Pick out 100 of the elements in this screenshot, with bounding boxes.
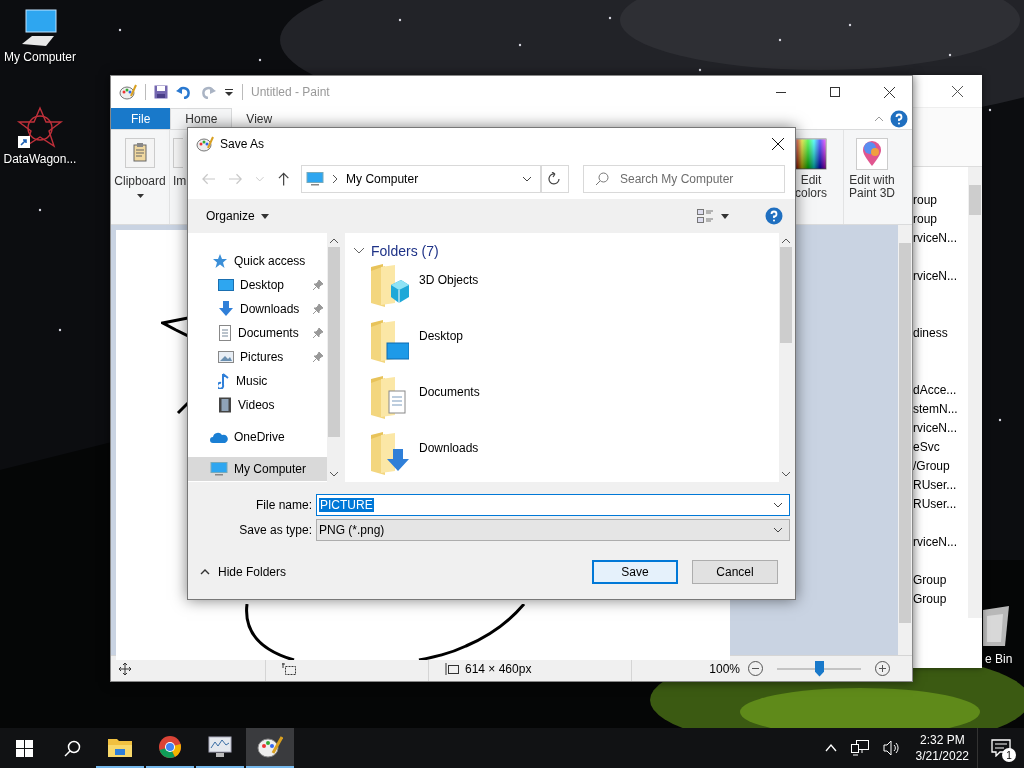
hide-folders-button[interactable]: Hide Folders [188, 565, 287, 579]
network-icon[interactable] [850, 740, 869, 756]
scroll-up-icon[interactable] [782, 238, 790, 243]
scroll-up-icon[interactable] [330, 238, 338, 243]
list-item[interactable]: Group [913, 592, 947, 606]
field-label: Save as type: [238, 522, 313, 537]
list-item[interactable]: Group [913, 573, 947, 587]
star-icon[interactable] [16, 106, 64, 150]
help-icon[interactable] [765, 207, 783, 225]
volume-icon[interactable] [882, 740, 901, 756]
view-icon[interactable] [697, 209, 713, 223]
scroll-down-icon[interactable] [330, 472, 338, 477]
up-icon[interactable] [277, 172, 290, 186]
nav-item[interactable]: OneDrive [188, 425, 327, 449]
clock-date[interactable]: 3/21/2022 [915, 748, 969, 764]
dropdown-icon[interactable] [224, 87, 234, 97]
close-icon[interactable] [883, 86, 895, 98]
refresh-button[interactable] [540, 165, 569, 193]
icon-label[interactable]: DataWagon... [3, 152, 77, 166]
list-item[interactable]: roup [913, 212, 938, 226]
ribbon-tab[interactable]: Home [170, 108, 233, 129]
caret-icon [260, 213, 269, 219]
list-item[interactable]: /Group [913, 459, 950, 473]
icon-label[interactable]: e Bin [983, 652, 1013, 666]
folder-item[interactable]: Documents [353, 375, 779, 431]
ribbon-button[interactable]: Edit with Paint 3D [843, 130, 900, 224]
resize-icon [445, 662, 459, 675]
list-item[interactable]: rviceN... [913, 269, 957, 283]
trash-bin-icon[interactable] [983, 606, 1009, 646]
zoom-in-icon[interactable] [875, 661, 890, 676]
nav-item[interactable]: Music [188, 369, 327, 393]
list-item[interactable]: rviceN... [913, 421, 957, 435]
clipboard-icon[interactable] [125, 138, 155, 168]
search-field[interactable]: Search My Computer [583, 165, 785, 193]
notification-count: 1 [1002, 748, 1016, 762]
caret-icon[interactable] [521, 176, 532, 182]
file-type-dropdown[interactable]: PNG (*.png) [316, 518, 790, 541]
paint-drop-icon [856, 138, 888, 170]
list-item[interactable]: diness [913, 326, 948, 340]
clock-time[interactable]: 2:32 PM [919, 732, 965, 748]
folder-icon [369, 431, 409, 475]
paint-app-button[interactable] [246, 728, 294, 768]
cancel-button[interactable]: Cancel [692, 560, 778, 584]
list-item[interactable]: rviceN... [913, 535, 957, 549]
group-label[interactable]: Clipboard [114, 174, 166, 188]
folder-item[interactable]: Desktop [353, 319, 779, 375]
search-icon[interactable] [63, 739, 81, 757]
group-label[interactable]: Im [173, 174, 187, 188]
save-button[interactable]: Save [592, 560, 678, 584]
scrollbar[interactable] [968, 167, 982, 618]
undo-icon[interactable] [176, 85, 192, 99]
save-icon[interactable] [154, 85, 168, 99]
move-icon [119, 662, 131, 675]
list-item[interactable]: rviceN... [913, 231, 957, 245]
list-item[interactable]: roup [913, 193, 938, 207]
nav-item[interactable]: Quick access [188, 249, 327, 273]
computer-icon [210, 462, 228, 476]
folder-icon [369, 319, 409, 363]
cloud-icon [210, 431, 228, 443]
chevron-icon[interactable] [332, 175, 339, 183]
nav-item[interactable]: Desktop [188, 273, 327, 297]
nav-item[interactable]: Videos [188, 393, 327, 417]
dialog-title: Save As [220, 136, 265, 151]
ribbon-tab[interactable]: View [232, 108, 287, 129]
caret-icon[interactable] [721, 213, 729, 219]
maximize-icon[interactable] [830, 87, 840, 97]
chevron-up-icon[interactable] [824, 744, 837, 752]
ribbon-tab[interactable]: File [111, 108, 171, 129]
collapse-icon[interactable] [874, 115, 884, 122]
caret-icon[interactable] [136, 194, 144, 198]
folder-item[interactable]: Downloads [353, 431, 779, 482]
address-bar[interactable]: My Computer [301, 165, 541, 193]
windows-icon[interactable] [15, 739, 33, 757]
color-spectrum-icon [795, 138, 827, 170]
group-header[interactable]: Folders (7) [353, 239, 779, 263]
caret-icon[interactable] [773, 501, 783, 508]
caret-icon[interactable] [773, 526, 783, 533]
nav-item[interactable]: Documents [188, 321, 327, 345]
help-icon[interactable] [890, 109, 908, 128]
close-icon[interactable] [952, 85, 963, 97]
list-item[interactable]: stemN... [913, 402, 958, 416]
zoom-out-icon[interactable] [748, 661, 763, 676]
icon-label[interactable]: My Computer [4, 50, 76, 64]
close-icon[interactable] [772, 137, 784, 150]
list-item[interactable]: eSvc [913, 440, 940, 454]
scroll-down-icon[interactable] [782, 472, 790, 477]
list-item[interactable]: RUser... [913, 497, 957, 511]
monitor-icon [208, 736, 232, 758]
list-item[interactable]: dAcce... [913, 383, 957, 397]
file-name-field[interactable]: PICTURE [316, 493, 790, 516]
nav-item[interactable]: Pictures [188, 345, 327, 369]
nav-item[interactable]: My Computer [188, 457, 327, 481]
message-icon[interactable] [991, 739, 1011, 757]
minimize-icon[interactable] [776, 91, 786, 93]
nav-item[interactable]: Downloads [188, 297, 327, 321]
folder-item[interactable]: 3D Objects [353, 263, 779, 319]
scrollbar[interactable] [898, 225, 912, 655]
organize-menu[interactable]: Organize [206, 209, 269, 223]
zoom-level: 100% [709, 661, 740, 676]
list-item[interactable]: RUser... [913, 478, 957, 492]
